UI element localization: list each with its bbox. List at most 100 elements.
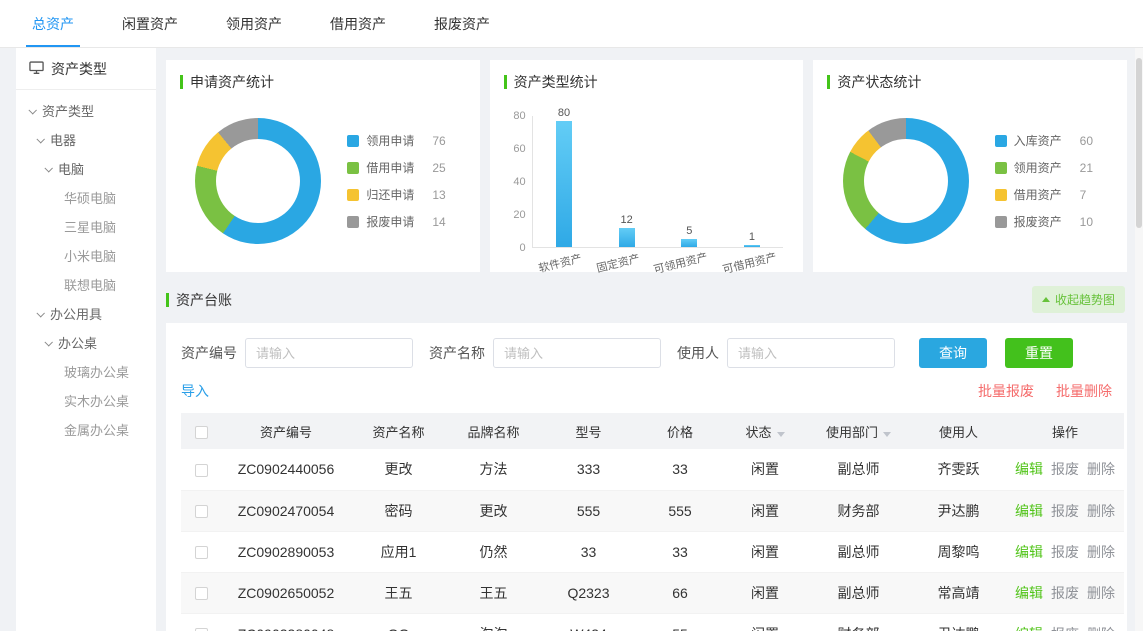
edit-link[interactable]: 编辑 xyxy=(1015,626,1043,631)
edit-link[interactable]: 编辑 xyxy=(1015,461,1043,477)
query-button[interactable]: 查询 xyxy=(919,338,987,368)
collapse-trend-button[interactable]: 收起趋势图 xyxy=(1032,286,1125,313)
cell-1-3: 555 xyxy=(541,490,636,531)
filter-group-0: 资产编号 xyxy=(181,338,413,368)
bar-plot: 801251 xyxy=(532,116,784,248)
apply-stats-legend: 领用申请76借用申请25归还申请13报废申请14 xyxy=(347,132,450,230)
x-axis-labels: 软件资产固定资产可领用资产可借用资产 xyxy=(532,255,784,271)
status-stats-legend: 入库资产60领用资产21借用资产7报废资产10 xyxy=(995,132,1098,230)
edit-link[interactable]: 编辑 xyxy=(1015,585,1043,601)
tree-item-2[interactable]: 电脑 xyxy=(16,154,156,183)
tree-item-label: 办公用具 xyxy=(50,304,102,323)
row-checkbox[interactable] xyxy=(195,587,208,600)
scrap-link[interactable]: 报废 xyxy=(1051,626,1079,631)
scrap-link[interactable]: 报废 xyxy=(1051,503,1079,519)
tree-item-0[interactable]: 资产类型 xyxy=(16,96,156,125)
delete-link[interactable]: 删除 xyxy=(1087,626,1115,631)
delete-link[interactable]: 删除 xyxy=(1087,461,1115,477)
legend-swatch-icon xyxy=(347,189,359,201)
col-header-7: 使用人 xyxy=(911,413,1006,449)
import-link[interactable]: 导入 xyxy=(181,381,209,401)
tab-4[interactable]: 报废资产 xyxy=(410,0,514,47)
tab-2[interactable]: 领用资产 xyxy=(202,0,306,47)
cell-3-6: 副总师 xyxy=(806,572,911,613)
tree-item-3[interactable]: 华硕电脑 xyxy=(16,183,156,212)
asset-type-tree: 资产类型电器电脑华硕电脑三星电脑小米电脑联想电脑办公用具办公桌玻璃办公桌实木办公… xyxy=(16,90,156,444)
cell-3-7: 常高靖 xyxy=(911,572,1006,613)
tree-item-9[interactable]: 玻璃办公桌 xyxy=(16,357,156,386)
tree-item-11[interactable]: 金属办公桌 xyxy=(16,415,156,444)
cell-2-1: 应用1 xyxy=(351,531,446,572)
chart-title: 资产类型统计 xyxy=(514,72,598,92)
cell-2-3: 33 xyxy=(541,531,636,572)
scrap-link[interactable]: 报废 xyxy=(1051,544,1079,560)
scrap-link[interactable]: 报废 xyxy=(1051,585,1079,601)
table-row-3: ZC0902650052王五王五Q232366闲置副总师常高靖编辑报废删除 xyxy=(181,572,1124,613)
legend-label: 借用资产 xyxy=(1014,186,1066,203)
tab-0[interactable]: 总资产 xyxy=(8,0,98,47)
tree-item-label: 玻璃办公桌 xyxy=(64,362,129,381)
legend-item-2: 借用资产7 xyxy=(995,186,1098,203)
x-tick-label-3: 可借用资产 xyxy=(720,249,777,278)
cell-0-2: 方法 xyxy=(446,449,541,490)
batch-delete-link[interactable]: 批量删除 xyxy=(1056,381,1112,401)
tree-item-8[interactable]: 办公桌 xyxy=(16,328,156,357)
row-checkbox[interactable] xyxy=(195,464,208,477)
chart-card-type-stats: 资产类型统计 806040200 801251 软件资产固定资产可领用资产可借用… xyxy=(490,60,804,272)
edit-link[interactable]: 编辑 xyxy=(1015,503,1043,519)
green-bar-icon xyxy=(166,293,169,307)
tree-item-10[interactable]: 实木办公桌 xyxy=(16,386,156,415)
row-checkbox[interactable] xyxy=(195,505,208,518)
tab-3[interactable]: 借用资产 xyxy=(306,0,410,47)
tree-item-1[interactable]: 电器 xyxy=(16,125,156,154)
scrap-link[interactable]: 报废 xyxy=(1051,461,1079,477)
caret-up-icon xyxy=(1042,297,1050,302)
col-header-4: 价格 xyxy=(636,413,724,449)
filter-input-2[interactable] xyxy=(727,338,895,368)
bar-rect xyxy=(681,239,697,247)
tree-item-7[interactable]: 办公用具 xyxy=(16,299,156,328)
cell-0-0: ZC0902440056 xyxy=(221,449,351,490)
filter-groups: 资产编号资产名称使用人 xyxy=(181,338,911,368)
filter-funnel-icon[interactable] xyxy=(777,432,785,437)
status-stats-donut-chart xyxy=(843,118,969,244)
reset-button[interactable]: 重置 xyxy=(1005,338,1073,368)
col-header-2: 品牌名称 xyxy=(446,413,541,449)
col-header-3: 型号 xyxy=(541,413,636,449)
status-stats-title: 资产状态统计 xyxy=(827,72,1113,92)
filter-input-1[interactable] xyxy=(493,338,661,368)
delete-link[interactable]: 删除 xyxy=(1087,503,1115,519)
asset-table: 资产编号资产名称品牌名称型号价格状态使用部门使用人操作 ZC0902440056… xyxy=(181,413,1124,631)
legend-item-1: 借用申请25 xyxy=(347,159,450,176)
tree-item-5[interactable]: 小米电脑 xyxy=(16,241,156,270)
filter-funnel-icon[interactable] xyxy=(883,432,891,437)
delete-link[interactable]: 删除 xyxy=(1087,544,1115,560)
sidebar-title: 资产类型 xyxy=(51,59,107,79)
cell-2-7: 周黎鸣 xyxy=(911,531,1006,572)
legend-value: 10 xyxy=(1080,215,1098,229)
bar-value-label: 5 xyxy=(686,226,692,237)
legend-item-1: 领用资产21 xyxy=(995,159,1098,176)
tree-item-4[interactable]: 三星电脑 xyxy=(16,212,156,241)
x-tick-label-1: 固定资产 xyxy=(594,250,641,276)
chart-title: 申请资产统计 xyxy=(190,72,274,92)
tab-1[interactable]: 闲置资产 xyxy=(98,0,202,47)
select-all-checkbox[interactable] xyxy=(195,426,208,439)
row-checkbox[interactable] xyxy=(195,546,208,559)
cell-1-5: 闲置 xyxy=(724,490,806,531)
cell-3-5: 闲置 xyxy=(724,572,806,613)
cell-2-5: 闲置 xyxy=(724,531,806,572)
legend-value: 13 xyxy=(432,188,450,202)
filter-input-0[interactable] xyxy=(245,338,413,368)
legend-value: 25 xyxy=(432,161,450,175)
filter-group-1: 资产名称 xyxy=(429,338,661,368)
tree-item-6[interactable]: 联想电脑 xyxy=(16,270,156,299)
legend-swatch-icon xyxy=(347,162,359,174)
batch-scrap-link[interactable]: 批量报废 xyxy=(978,381,1034,401)
edit-link[interactable]: 编辑 xyxy=(1015,544,1043,560)
cell-2-4: 33 xyxy=(636,531,724,572)
delete-link[interactable]: 删除 xyxy=(1087,585,1115,601)
scrollbar[interactable] xyxy=(1135,48,1143,631)
type-stats-title: 资产类型统计 xyxy=(504,72,790,92)
scrollbar-thumb[interactable] xyxy=(1136,58,1142,228)
